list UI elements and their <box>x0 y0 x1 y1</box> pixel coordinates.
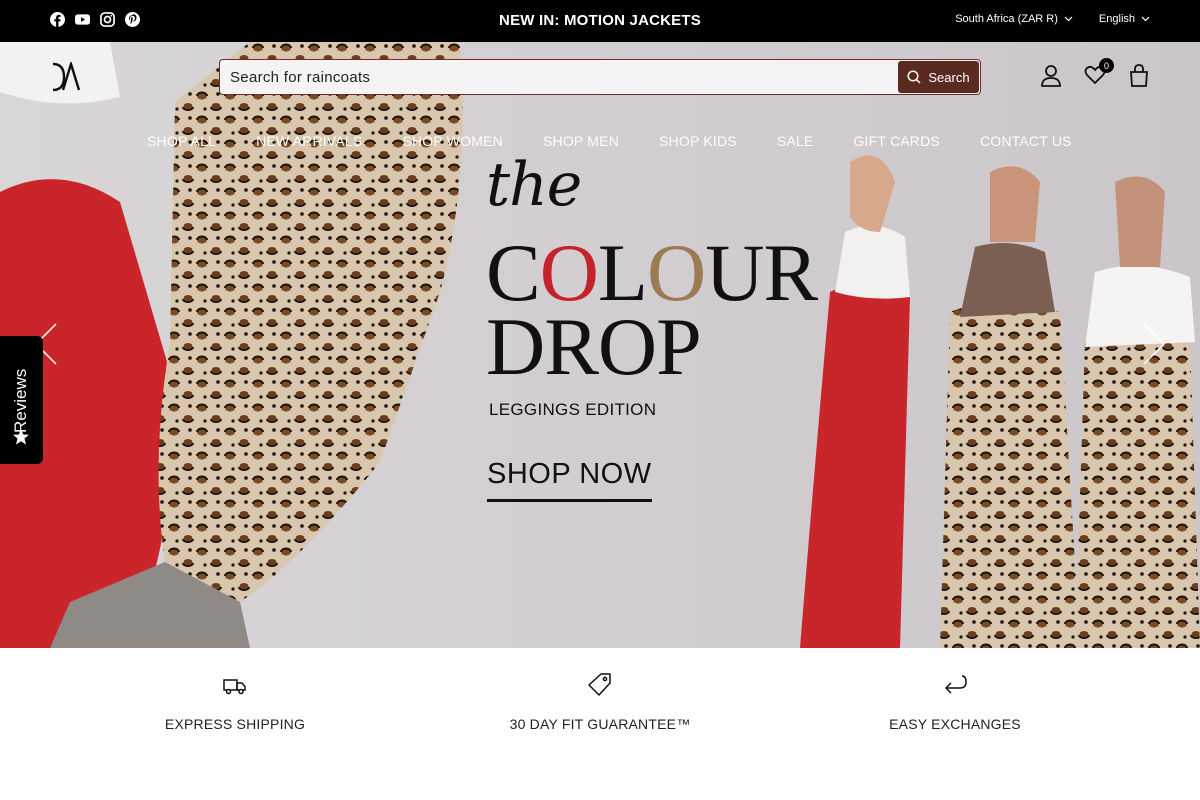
search-input[interactable] <box>230 60 890 94</box>
pinterest-icon[interactable] <box>125 12 140 27</box>
truck-icon <box>223 679 246 695</box>
brand-logo[interactable] <box>50 62 82 92</box>
language-selector-label: English <box>1098 13 1135 25</box>
instagram-icon[interactable] <box>100 12 115 27</box>
hero-subtitle: LEGGINGS EDITION <box>489 400 657 419</box>
hero-title-the: the <box>486 150 582 220</box>
nav-item-shop-all[interactable]: SHOP ALL <box>147 133 216 149</box>
main-nav: SHOP ALL NEW ARRIVALS SHOP WOMEN SHOP ME… <box>147 133 1072 149</box>
country-selector-label: South Africa (ZAR R) <box>955 13 1058 25</box>
wishlist-button[interactable]: 0 <box>1084 58 1114 88</box>
account-icon[interactable] <box>1040 64 1062 88</box>
nav-item-sale[interactable]: SALE <box>777 133 814 149</box>
nav-item-contact-us[interactable]: CONTACT US <box>980 133 1072 149</box>
feature-label: EASY EXCHANGES <box>889 716 1021 732</box>
search-button[interactable]: Search <box>898 61 979 93</box>
search-icon <box>907 70 921 84</box>
feature-fit-guarantee: 30 DAY FIT GUARANTEE™ <box>450 672 750 732</box>
nav-item-shop-kids[interactable]: SHOP KIDS <box>659 133 737 149</box>
star-icon <box>13 429 29 445</box>
header-actions: 0 <box>1040 58 1150 88</box>
shop-now-button[interactable]: SHOP NOW <box>487 458 652 502</box>
feature-label: EXPRESS SHIPPING <box>164 716 306 732</box>
feature-express-shipping: EXPRESS SHIPPING <box>85 672 385 732</box>
nav-item-shop-women[interactable]: SHOP WOMEN <box>402 133 503 149</box>
nav-item-new-arrivals[interactable]: NEW ARRIVALS <box>256 133 362 149</box>
hero-banner[interactable]: Search 0 SHOP ALL NEW ARRIVALS SHOP WOME… <box>0 42 1200 648</box>
tag-icon <box>588 673 611 696</box>
locale-selectors: South Africa (ZAR R) English <box>955 13 1150 25</box>
announcement-bar: NEW IN: MOTION JACKETS South Africa (ZAR… <box>0 0 1200 42</box>
nav-item-gift-cards[interactable]: GIFT CARDS <box>853 133 940 149</box>
social-links <box>50 12 140 27</box>
hero-colour-letter: UR <box>705 227 818 318</box>
nav-item-shop-men[interactable]: SHOP MEN <box>543 133 619 149</box>
facebook-icon[interactable] <box>50 12 65 27</box>
chevron-down-icon <box>1064 16 1073 22</box>
hero-title-drop: DROP <box>486 301 702 392</box>
language-selector[interactable]: English <box>1099 13 1150 25</box>
feature-strip: EXPRESS SHIPPING 30 DAY FIT GUARANTEE™ E… <box>0 648 1200 800</box>
return-arrow-icon <box>944 675 967 694</box>
feature-label: 30 DAY FIT GUARANTEE™ <box>509 716 691 732</box>
feature-easy-exchanges: EASY EXCHANGES <box>805 672 1105 732</box>
chevron-down-icon <box>1141 16 1150 22</box>
wishlist-count-badge: 0 <box>1099 58 1114 73</box>
reviews-tab[interactable]: Reviews <box>0 336 43 464</box>
cart-bag-icon[interactable] <box>1128 64 1150 88</box>
search-button-label: Search <box>928 69 970 85</box>
country-selector[interactable]: South Africa (ZAR R) <box>955 13 1073 25</box>
search-bar: Search <box>219 59 981 95</box>
carousel-next-icon[interactable] <box>1142 322 1166 366</box>
announcement-link[interactable]: NEW IN: MOTION JACKETS <box>499 12 701 29</box>
youtube-icon[interactable] <box>75 12 90 27</box>
